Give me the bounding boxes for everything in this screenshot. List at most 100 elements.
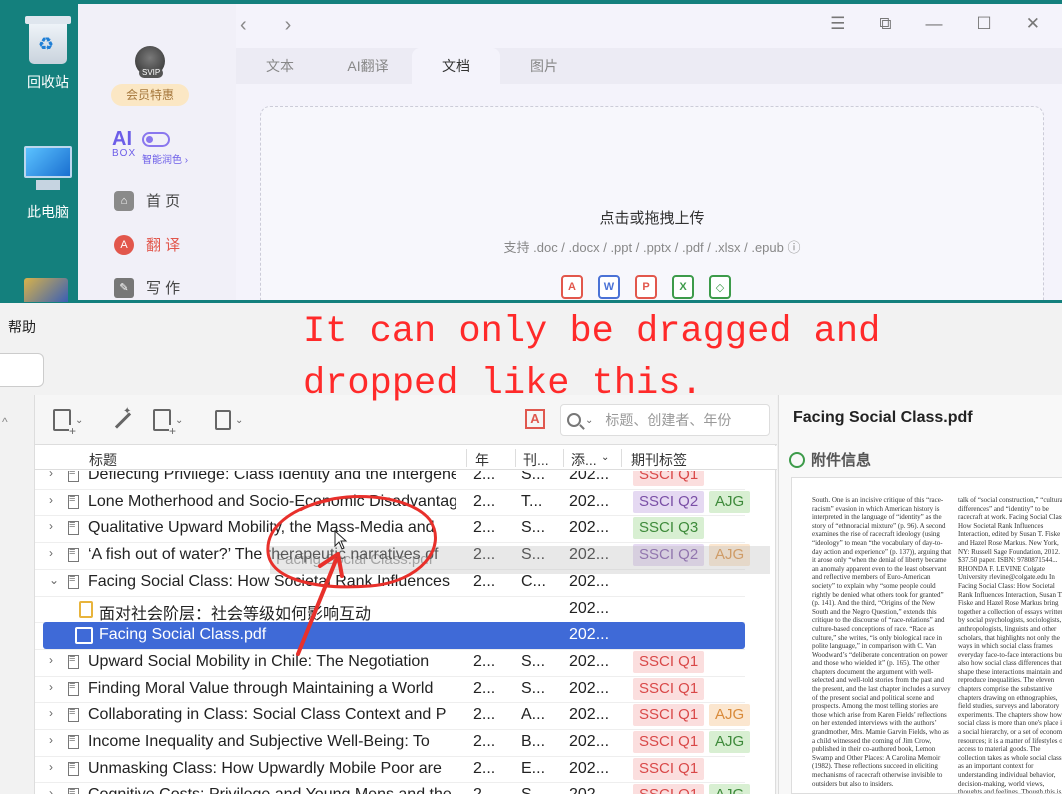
table-row[interactable]: › Finding Moral Value through Maintaining… [35, 676, 745, 703]
table-row[interactable]: › Upward Social Mobility in Chile: The Ne… [35, 649, 745, 676]
column-date-added[interactable]: 添... [571, 450, 597, 470]
item-publication: C... [521, 572, 546, 590]
pdf-preview[interactable]: South. One is an incisive critique of th… [791, 477, 1062, 794]
desktop-shortcut-icon[interactable] [24, 278, 68, 302]
item-year: 2... [473, 519, 496, 537]
minimize-icon[interactable]: — [926, 14, 943, 34]
pin-icon[interactable]: ⧉ [879, 14, 891, 34]
nav-item-write[interactable]: ✎ 写 作 [114, 277, 180, 298]
journal-tag: SSCI Q3 [633, 517, 705, 540]
item-title: Upward Social Mobility in Chile: The Neg… [88, 652, 430, 670]
item-publication: S... [521, 679, 546, 697]
history-nav: ‹ › [240, 14, 291, 37]
item-title: Deflecting Privilege: Class Identity and… [88, 471, 456, 483]
table-row[interactable]: › Lone Motherhood and Socio-Economic Disa… [35, 489, 751, 516]
back-arrow-icon[interactable]: ‹ [240, 14, 247, 37]
table-row[interactable]: › Income Inequality and Subjective Well-B… [35, 729, 751, 756]
nav-item-home[interactable]: ⌂ 首 页 [114, 190, 180, 211]
item-date-added: 202... [569, 572, 610, 590]
toggle-icon[interactable] [142, 132, 170, 147]
filetype-icons: A W P X ◇ [561, 275, 731, 299]
item-pane-title: Facing Social Class.pdf [793, 409, 973, 426]
chevron-right-icon[interactable]: › [49, 471, 53, 480]
item-date-added: 202... [569, 492, 610, 510]
close-icon[interactable]: ✕ [1026, 14, 1040, 34]
chevron-right-icon[interactable]: › [49, 653, 53, 667]
preview-column-left: South. One is an incisive critique of th… [812, 496, 952, 788]
journal-tag: AJG [709, 704, 751, 727]
word-icon: W [598, 275, 620, 299]
library-tab[interactable] [0, 353, 44, 387]
home-icon: ⌂ [114, 190, 134, 211]
epub-icon: ◇ [709, 275, 731, 299]
new-note-button[interactable]: ⌄ [215, 407, 243, 433]
computer-icon [22, 146, 74, 194]
app-main: ‹ › ☰ ⧉ — ☐ ✕ 文本 AI翻译 文档 图片 点击或拖拽上传 支持 .… [236, 4, 1062, 300]
document-icon [68, 680, 79, 696]
chevron-right-icon[interactable]: › [49, 786, 53, 794]
search-input[interactable] [605, 412, 766, 428]
smart-polish-link[interactable]: 智能润色 › [142, 151, 188, 166]
table-row[interactable]: › Qualitative Upward Mobility, the Mass-M… [35, 515, 745, 542]
attachment-row[interactable]: 面对社会阶层：社会等级如何影响互动 202... [35, 596, 745, 623]
column-journal-tags[interactable]: 期刊标签 [631, 450, 687, 470]
items-list: › Deflecting Privilege: Class Identity an… [35, 471, 777, 794]
journal-tag: SSCI Q1 [633, 471, 705, 486]
item-publication: S... [521, 786, 545, 794]
pdf-icon: A [561, 275, 583, 299]
member-offer-button[interactable]: 会员特惠 [111, 84, 189, 106]
chevron-right-icon[interactable]: › [49, 733, 53, 747]
journal-tag: SSCI Q1 [633, 784, 705, 794]
item-title: 面对社会阶层：社会等级如何影响互动 [99, 605, 372, 623]
chevron-down-icon[interactable]: ⌄ [49, 573, 59, 587]
chevron-right-icon[interactable]: › [49, 546, 53, 560]
forward-arrow-icon[interactable]: › [285, 14, 292, 37]
desktop-recycle-bin[interactable]: ♻ 回收站 [8, 12, 88, 92]
paperclip-icon [785, 448, 809, 471]
attachment-info-header[interactable]: 附件信息 [785, 448, 871, 471]
table-row[interactable]: › Unmasking Class: How Upwardly Mobile Po… [35, 756, 745, 783]
attachment-icon [153, 409, 177, 437]
menu-help[interactable]: 帮助 [8, 317, 36, 337]
table-row[interactable]: › Cognitive Costs: Privilege and Young Me… [35, 782, 751, 794]
new-item-button[interactable]: ⌄ [53, 407, 83, 437]
chevron-right-icon[interactable]: › [49, 680, 53, 694]
item-publication: B... [521, 733, 546, 750]
item-year: 2... [473, 572, 496, 590]
desktop-computer[interactable]: 此电脑 [8, 146, 88, 222]
tab-text[interactable]: 文本 [236, 48, 324, 84]
column-year[interactable]: 年 [475, 450, 489, 470]
menu-icon[interactable]: ☰ [830, 14, 845, 34]
add-by-identifier-button[interactable] [109, 406, 133, 433]
chevron-right-icon[interactable]: › [49, 519, 53, 533]
column-title[interactable]: 标题 [89, 450, 117, 470]
chevron-right-icon[interactable]: › [49, 760, 53, 774]
tab-document[interactable]: 文档 [412, 48, 500, 84]
item-title: Income Inequality and Subjective Well-Be… [88, 733, 430, 750]
add-attachment-button[interactable]: ⌄ [153, 407, 183, 437]
attachment-row[interactable]: Facing Social Class.pdf 202... [43, 622, 745, 649]
chevron-up-icon[interactable]: ^ [2, 415, 8, 429]
item-title: Unmasking Class: How Upwardly Mobile Poo… [88, 759, 442, 777]
aibox-toggle[interactable]: AI BOX 智能润色 › [112, 129, 188, 166]
translate-icon: A [114, 234, 134, 255]
upload-dropzone[interactable]: 点击或拖拽上传 支持 .doc / .docx / .ppt / .pptx /… [260, 106, 1044, 300]
desktop-icon-label: 回收站 [27, 74, 69, 90]
item-year: 2... [473, 471, 496, 483]
maximize-icon[interactable]: ☐ [977, 14, 992, 34]
chevron-down-icon[interactable]: ⌄ [601, 452, 609, 463]
item-year: 2... [473, 679, 496, 697]
item-pane: Facing Social Class.pdf 附件信息 South. One … [778, 395, 1062, 794]
journal-tag: AJG [709, 731, 751, 753]
column-publication[interactable]: 刊... [523, 450, 549, 470]
upload-formats: 支持 .doc / .docx / .ppt / .pptx / .pdf / … [503, 240, 801, 255]
annotation-icon[interactable]: A [525, 409, 545, 429]
tab-ai-translate[interactable]: AI翻译 [324, 48, 412, 84]
tab-image[interactable]: 图片 [500, 48, 588, 84]
nav-item-translate[interactable]: A 翻 译 [114, 234, 180, 255]
chevron-down-icon[interactable]: ⌄ [585, 415, 593, 426]
table-row[interactable]: › Deflecting Privilege: Class Identity an… [35, 471, 745, 489]
chevron-right-icon[interactable]: › [49, 706, 53, 720]
chevron-right-icon[interactable]: › [49, 493, 53, 507]
table-row[interactable]: › Collaborating in Class: Social Class Co… [35, 702, 751, 729]
